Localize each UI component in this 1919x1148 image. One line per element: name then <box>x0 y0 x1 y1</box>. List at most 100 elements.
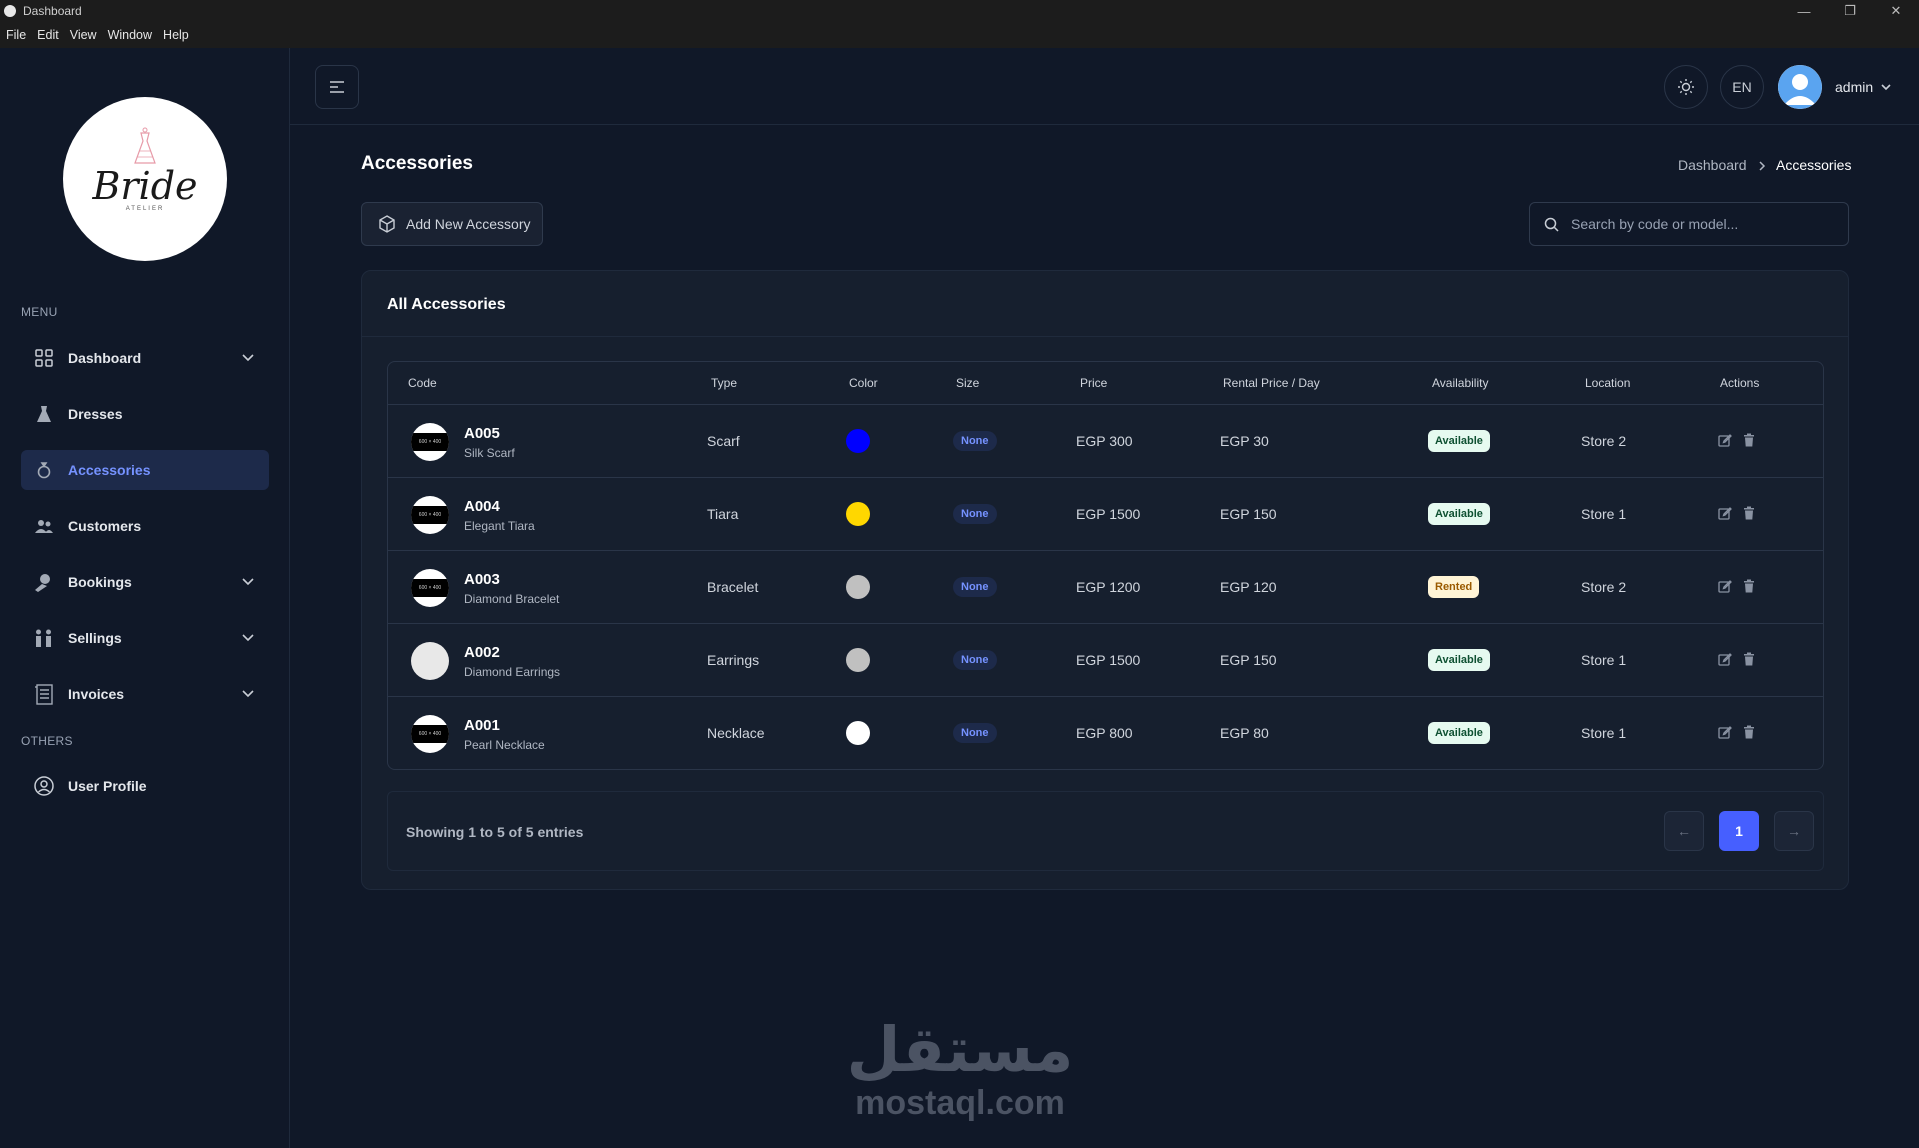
restore-button[interactable]: ❐ <box>1827 0 1873 22</box>
chevron-right-icon <box>1759 161 1766 171</box>
minimize-button[interactable]: — <box>1781 0 1827 22</box>
menu-edit[interactable]: Edit <box>37 28 59 42</box>
next-page-button[interactable]: → <box>1774 811 1814 851</box>
sidebar-item-accessories[interactable]: Accessories <box>21 450 269 490</box>
col-color[interactable]: Color <box>849 376 878 390</box>
chevron-down-icon <box>242 634 254 642</box>
accessory-type: Earrings <box>707 652 760 668</box>
rental-price: EGP 80 <box>1220 725 1269 741</box>
card-title: All Accessories <box>387 296 506 313</box>
dress-logo-icon <box>134 127 156 164</box>
sidebar-item-label: Invoices <box>68 686 125 702</box>
edit-icon[interactable] <box>1718 579 1732 593</box>
delete-icon[interactable] <box>1742 433 1756 447</box>
edit-icon[interactable] <box>1718 433 1732 447</box>
sidebar-item-user-profile[interactable]: User Profile <box>21 766 269 806</box>
app-icon <box>4 5 16 17</box>
edit-icon[interactable] <box>1718 725 1732 739</box>
accessory-model: Diamond Earrings <box>464 665 561 679</box>
sidebar-item-invoices[interactable]: Invoices <box>21 674 269 714</box>
accessory-price: EGP 1200 <box>1076 579 1141 595</box>
sidebar-item-dashboard[interactable]: Dashboard <box>21 338 269 378</box>
delete-icon[interactable] <box>1742 579 1756 593</box>
invoice-icon <box>34 684 54 705</box>
table-row: 600 × 400 A001 Pearl Necklace Necklace None E… <box>388 697 1823 769</box>
col-availability[interactable]: Availability <box>1432 376 1488 390</box>
accessory-location: Store 1 <box>1581 652 1627 668</box>
booking-icon <box>34 572 54 592</box>
col-location[interactable]: Location <box>1585 376 1630 390</box>
availability-badge: Available <box>1428 649 1490 671</box>
delete-icon[interactable] <box>1742 506 1756 520</box>
size-badge: None <box>953 431 997 451</box>
username[interactable]: admin <box>1835 79 1873 95</box>
menu-help[interactable]: Help <box>163 28 189 42</box>
table-row: A002 Diamond Earrings Earrings None EGP 1500… <box>388 624 1823 697</box>
size-badge: None <box>953 723 997 743</box>
theme-toggle-button[interactable] <box>1664 65 1708 109</box>
thumbnail-placeholder: 600 × 400 <box>411 579 449 597</box>
edit-icon[interactable] <box>1718 652 1732 666</box>
menu-view[interactable]: View <box>70 28 97 42</box>
rental-price: EGP 150 <box>1220 506 1277 522</box>
sidebar-item-bookings[interactable]: Bookings <box>21 562 269 602</box>
accessory-type: Necklace <box>707 725 765 741</box>
accessory-code: A003 <box>464 571 500 588</box>
add-accessory-button[interactable]: Add New Accessory <box>361 202 543 246</box>
avatar[interactable] <box>1778 65 1822 109</box>
grid-icon <box>34 348 54 368</box>
logo-sub-text: ATELIER <box>125 206 165 212</box>
watermark-arabic: مستقل <box>846 1013 1074 1086</box>
sidebar-item-customers[interactable]: Customers <box>21 506 269 546</box>
color-swatch <box>846 648 870 672</box>
accessory-location: Store 2 <box>1581 579 1627 595</box>
menu-lines-icon <box>330 81 344 93</box>
col-type[interactable]: Type <box>711 376 737 390</box>
chevron-down-icon[interactable] <box>1880 81 1892 93</box>
accessory-price: EGP 1500 <box>1076 506 1141 522</box>
accessory-location: Store 1 <box>1581 506 1627 522</box>
chevron-down-icon <box>242 354 254 362</box>
col-price[interactable]: Price <box>1080 376 1107 390</box>
col-size[interactable]: Size <box>956 376 979 390</box>
size-badge: None <box>953 504 997 524</box>
chevron-down-icon <box>242 578 254 586</box>
language-button[interactable]: EN <box>1720 65 1764 109</box>
availability-badge: Available <box>1428 503 1490 525</box>
prev-page-button[interactable]: ← <box>1664 811 1704 851</box>
thumbnail-placeholder: 600 × 400 <box>411 433 449 451</box>
rental-price: EGP 120 <box>1220 579 1277 595</box>
table-footer: Showing 1 to 5 of 5 entries ← 1 → <box>387 791 1824 871</box>
sidebar-item-sellings[interactable]: Sellings <box>21 618 269 658</box>
menu-window[interactable]: Window <box>108 28 152 42</box>
sidebar-toggle-button[interactable] <box>315 65 359 109</box>
user-circle-icon <box>34 776 54 796</box>
brand-logo[interactable]: Bride ATELIER <box>63 97 227 261</box>
col-rental-price[interactable]: Rental Price / Day <box>1223 376 1320 390</box>
close-button[interactable]: ✕ <box>1873 0 1919 22</box>
breadcrumb-root[interactable]: Dashboard <box>1678 157 1747 173</box>
sidebar-item-label: Bookings <box>68 574 132 590</box>
sidebar-item-label: User Profile <box>68 778 147 794</box>
ring-icon <box>34 460 54 480</box>
accessory-type: Tiara <box>707 506 739 522</box>
accessory-model: Diamond Bracelet <box>464 592 560 606</box>
accessory-location: Store 1 <box>1581 725 1627 741</box>
search-input[interactable]: Search by code or model... <box>1529 202 1849 246</box>
page-1-button[interactable]: 1 <box>1719 811 1759 851</box>
search-icon <box>1544 217 1559 232</box>
edit-icon[interactable] <box>1718 506 1732 520</box>
add-accessory-label: Add New Accessory <box>406 216 531 232</box>
sidebar-item-dresses[interactable]: Dresses <box>21 394 269 434</box>
sidebar-item-label: Sellings <box>68 630 122 646</box>
delete-icon[interactable] <box>1742 652 1756 666</box>
accessory-thumbnail: 600 × 400 <box>411 496 449 534</box>
col-code[interactable]: Code <box>408 376 437 390</box>
accessory-code: A002 <box>464 644 500 661</box>
menu-file[interactable]: File <box>6 28 26 42</box>
color-swatch <box>846 575 870 599</box>
accessories-table: Code Type Color Size Price Rental Price … <box>387 361 1824 770</box>
availability-badge: Available <box>1428 722 1490 744</box>
window-titlebar: Dashboard — ❐ ✕ <box>0 0 1919 22</box>
delete-icon[interactable] <box>1742 725 1756 739</box>
